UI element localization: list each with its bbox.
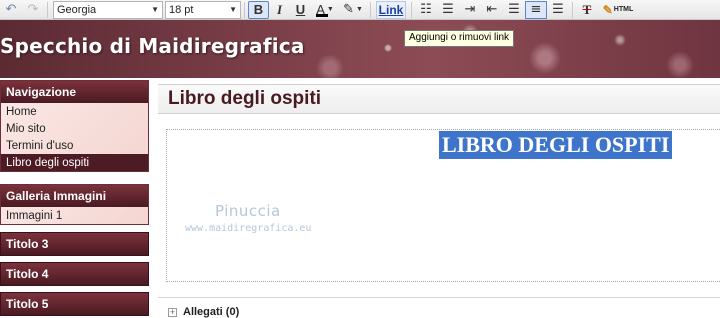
chevron-down-icon: ▼ (229, 5, 237, 14)
font-size-select[interactable]: 18 pt ▼ (165, 0, 241, 19)
toolbar-divider (244, 1, 245, 18)
link-tooltip: Aggiungi o rimuovi link (404, 30, 515, 47)
sidebar-item-home[interactable]: Home (1, 103, 148, 120)
sidebar-section-titolo-4[interactable]: Titolo 4 (0, 262, 149, 286)
sidebar-item-mio-sito[interactable]: Mio sito (1, 120, 148, 137)
highlighter-icon: ✎ (343, 2, 354, 17)
edit-html-button[interactable]: ✎ HTML (598, 1, 638, 19)
undo-icon[interactable]: ↶ (0, 1, 22, 19)
navigation-panel: Navigazione Home Mio sito Termini d'uso … (0, 80, 149, 172)
highlight-button[interactable]: ✎ ▼ (339, 1, 367, 19)
page-title: Libro degli ospiti (158, 84, 720, 114)
gallery-heading: Galleria Immagini (1, 185, 148, 207)
link-button[interactable]: Link (376, 0, 406, 19)
pencil-icon: ✎ (602, 2, 613, 17)
chevron-down-icon: ▼ (326, 6, 334, 13)
watermark-name: Pinuccia (215, 202, 281, 220)
font-size-value: 18 pt (169, 3, 194, 16)
sidebar-item-immagini-1[interactable]: Immagini 1 (1, 207, 148, 224)
indent-icon[interactable]: ⇥ (459, 1, 481, 19)
edit-html-label: HTML (613, 6, 634, 13)
numbered-list-icon[interactable]: ☷ (415, 1, 437, 19)
chevron-down-icon: ▼ (355, 6, 363, 13)
text-color-button[interactable]: A ▼ (311, 1, 339, 19)
divider (158, 297, 720, 298)
toolbar-divider (370, 1, 371, 18)
toolbar-divider (47, 1, 48, 18)
font-family-value: Georgia (57, 3, 97, 16)
color-swatch (316, 13, 328, 17)
site-header: Specchio di Maidiregrafica (0, 20, 720, 78)
redo-icon[interactable]: ↷ (22, 1, 44, 19)
editor-toolbar: ↶ ↷ Georgia ▼ 18 pt ▼ B I U A ▼ ✎ ▼ Link… (0, 0, 720, 20)
attachments-toggle[interactable]: + Allegati (0) (168, 306, 239, 318)
watermark-url: www.maidiregrafica.eu (185, 223, 312, 234)
sidebar-item-termini[interactable]: Termini d'uso (1, 137, 148, 154)
toolbar-divider (572, 1, 573, 18)
underline-button[interactable]: U (290, 1, 311, 19)
main-content: Libro degli ospiti LIBRO DEGLI OSPITI Pi… (158, 84, 720, 318)
align-center-icon[interactable]: ≡ (525, 0, 547, 19)
gallery-panel: Galleria Immagini Immagini 1 (0, 184, 149, 225)
sidebar-item-libro-ospiti[interactable]: Libro degli ospiti (1, 154, 148, 171)
bullet-list-icon[interactable]: ☰ (437, 1, 459, 19)
clear-format-icon[interactable]: T (576, 1, 598, 19)
navigation-heading: Navigazione (1, 81, 148, 103)
italic-button[interactable]: I (269, 1, 290, 19)
site-title: Specchio di Maidiregrafica (0, 34, 305, 58)
attachments-label: Allegati (0) (183, 306, 240, 318)
sidebar-section-titolo-5[interactable]: Titolo 5 (0, 292, 149, 316)
align-left-icon[interactable]: ☰ (503, 1, 525, 19)
bold-button[interactable]: B (248, 0, 269, 19)
outdent-icon[interactable]: ⇤ (481, 1, 503, 19)
toolbar-divider (411, 1, 412, 18)
sidebar-section-titolo-3[interactable]: Titolo 3 (0, 232, 149, 256)
sidebar: Navigazione Home Mio sito Termini d'uso … (0, 78, 150, 318)
selected-heading-text[interactable]: LIBRO DEGLI OSPITI (439, 131, 673, 159)
expand-icon: + (168, 306, 177, 317)
rich-text-editor[interactable]: LIBRO DEGLI OSPITI Pinuccia www.maidireg… (166, 129, 720, 282)
font-family-select[interactable]: Georgia ▼ (53, 0, 163, 19)
chevron-down-icon: ▼ (151, 5, 159, 14)
align-right-icon[interactable]: ☰ (547, 1, 569, 19)
